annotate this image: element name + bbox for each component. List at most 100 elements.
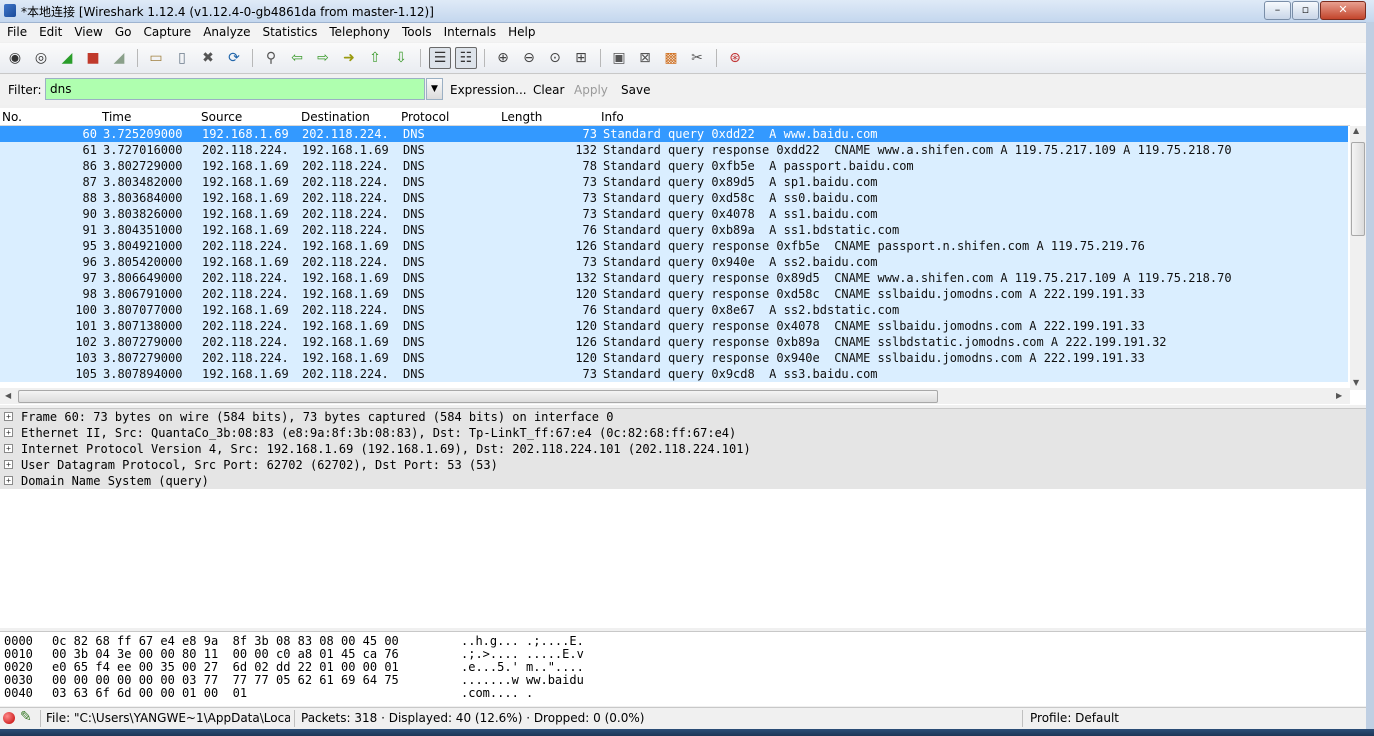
menu-view[interactable]: View <box>67 23 107 42</box>
bytes-row[interactable]: 0040 03 63 6f 6d 00 00 01 00 01 .com.... . <box>0 687 1366 700</box>
zoom-out-icon[interactable]: ⊖ <box>519 48 539 68</box>
menu-edit[interactable]: Edit <box>32 23 67 42</box>
find-packet-icon[interactable]: ⚲ <box>261 48 281 68</box>
restart-capture-icon[interactable]: ◢ <box>109 48 129 68</box>
packet-cell-dst: 192.168.1.69 <box>302 335 389 349</box>
go-to-packet-icon[interactable]: ➜ <box>339 48 359 68</box>
packet-row[interactable]: 100 3.807077000 192.168.1.69 202.118.224. DN… <box>0 302 1348 318</box>
reload-icon[interactable]: ⟳ <box>224 48 244 68</box>
menu-telephony[interactable]: Telephony <box>322 23 395 42</box>
packet-row[interactable]: 96 3.805420000 192.168.1.69 202.118.224. DNS… <box>0 254 1348 270</box>
packet-row[interactable]: 90 3.803826000 192.168.1.69 202.118.224. DNS… <box>0 206 1348 222</box>
column-header-length[interactable]: Length <box>501 110 542 124</box>
go-back-icon[interactable]: ⇦ <box>287 48 307 68</box>
packet-row[interactable]: 98 3.806791000 202.118.224. 192.168.1.69 DNS… <box>0 286 1348 302</box>
detail-row-ipv4[interactable]: + Internet Protocol Version 4, Src: 192.… <box>0 441 1366 457</box>
packet-row[interactable]: 88 3.803684000 192.168.1.69 202.118.224. DNS… <box>0 190 1348 206</box>
options-icon[interactable]: ◎ <box>31 48 51 68</box>
packet-row[interactable]: 86 3.802729000 192.168.1.69 202.118.224. DNS… <box>0 158 1348 174</box>
expand-icon[interactable]: + <box>4 412 13 421</box>
stop-capture-icon[interactable]: ■ <box>83 48 103 68</box>
capture-comments-icon[interactable]: ✎ <box>20 709 32 725</box>
menu-analyze[interactable]: Analyze <box>196 23 255 42</box>
packet-row[interactable]: 91 3.804351000 192.168.1.69 202.118.224. DNS… <box>0 222 1348 238</box>
detail-row-frame[interactable]: + Frame 60: 73 bytes on wire (584 bits),… <box>0 409 1366 425</box>
column-header-no[interactable]: No. <box>2 110 22 124</box>
packet-row[interactable]: 87 3.803482000 192.168.1.69 202.118.224. DNS… <box>0 174 1348 190</box>
packet-cell-src: 192.168.1.69 <box>202 127 289 141</box>
packet-row[interactable]: 105 3.807894000 192.168.1.69 202.118.224. DN… <box>0 366 1348 382</box>
open-file-icon[interactable]: ▭ <box>146 48 166 68</box>
start-capture-icon[interactable]: ◢ <box>57 48 77 68</box>
packet-row[interactable]: 97 3.806649000 202.118.224. 192.168.1.69 DNS… <box>0 270 1348 286</box>
packet-cell-len: 73 <box>582 191 597 205</box>
menu-tools[interactable]: Tools <box>395 23 437 42</box>
close-file-icon[interactable]: ✖ <box>198 48 218 68</box>
save-file-icon[interactable]: ▯ <box>172 48 192 68</box>
zoom-in-icon[interactable]: ⊕ <box>493 48 513 68</box>
column-header-time[interactable]: Time <box>102 110 131 124</box>
interfaces-icon[interactable]: ◉ <box>5 48 25 68</box>
column-header-info[interactable]: Info <box>601 110 624 124</box>
save-filter-button[interactable]: Save <box>621 83 650 97</box>
menu-file[interactable]: File <box>0 23 32 42</box>
go-first-icon[interactable]: ⇧ <box>365 48 385 68</box>
packet-row[interactable]: 101 3.807138000 202.118.224. 192.168.1.69 DN… <box>0 318 1348 334</box>
scroll-thumb[interactable] <box>18 390 938 403</box>
packet-cell-dst: 192.168.1.69 <box>302 143 389 157</box>
expand-icon[interactable]: + <box>4 476 13 485</box>
packet-row[interactable]: 103 3.807279000 202.118.224. 192.168.1.69 DN… <box>0 350 1348 366</box>
expand-icon[interactable]: + <box>4 460 13 469</box>
coloring-rules-icon[interactable]: ▩ <box>661 48 681 68</box>
clear-button[interactable]: Clear <box>533 83 564 97</box>
menu-statistics[interactable]: Statistics <box>255 23 322 42</box>
byte-ascii[interactable]: .com.... . <box>461 687 533 700</box>
filter-history-dropdown[interactable]: ▼ <box>426 78 443 100</box>
expression-button[interactable]: Expression... <box>450 83 527 97</box>
capture-filters-icon[interactable]: ▣ <box>609 48 629 68</box>
packet-row-selected[interactable]: 60 3.725209000 192.168.1.69 202.118.224. DNS… <box>0 126 1348 142</box>
go-last-icon[interactable]: ⇩ <box>391 48 411 68</box>
display-filters-icon[interactable]: ⊠ <box>635 48 655 68</box>
display-filter-input[interactable] <box>45 78 425 100</box>
packet-cell-info: Standard query response 0xdd22 CNAME www… <box>603 143 1232 157</box>
packet-list-vertical-scrollbar[interactable]: ▲ ▼ <box>1350 126 1366 390</box>
packet-cell-proto: DNS <box>403 319 425 333</box>
byte-hex[interactable]: 03 63 6f 6d 00 00 01 00 01 <box>52 687 247 700</box>
menu-go[interactable]: Go <box>108 23 137 42</box>
help-icon[interactable]: ⊛ <box>725 48 745 68</box>
auto-scroll-icon[interactable]: ☷ <box>455 47 477 69</box>
maximize-button[interactable]: ▫ <box>1292 1 1319 20</box>
menu-help[interactable]: Help <box>501 23 540 42</box>
detail-row-dns[interactable]: + Domain Name System (query) <box>0 473 1366 489</box>
scroll-thumb[interactable] <box>1351 142 1365 236</box>
go-forward-icon[interactable]: ⇨ <box>313 48 333 68</box>
scroll-left-icon[interactable]: ◀ <box>5 391 11 400</box>
detail-row-ethernet[interactable]: + Ethernet II, Src: QuantaCo_3b:08:83 (e… <box>0 425 1366 441</box>
resize-columns-icon[interactable]: ⊞ <box>571 48 591 68</box>
column-header-source[interactable]: Source <box>201 110 242 124</box>
preferences-icon[interactable]: ✂ <box>687 48 707 68</box>
packet-list-horizontal-scrollbar[interactable]: ◀ ▶ <box>0 388 1350 404</box>
expand-icon[interactable]: + <box>4 444 13 453</box>
packet-row[interactable]: 102 3.807279000 202.118.224. 192.168.1.69 DN… <box>0 334 1348 350</box>
expand-icon[interactable]: + <box>4 428 13 437</box>
status-profile[interactable]: Profile: Default <box>1030 711 1119 725</box>
colorize-icon[interactable]: ☰ <box>429 47 451 69</box>
minimize-button[interactable]: – <box>1264 1 1291 20</box>
packet-row[interactable]: 95 3.804921000 202.118.224. 192.168.1.69 DNS… <box>0 238 1348 254</box>
packet-cell-len: 76 <box>582 303 597 317</box>
scroll-right-icon[interactable]: ▶ <box>1336 391 1342 400</box>
menu-capture[interactable]: Capture <box>136 23 196 42</box>
column-header-protocol[interactable]: Protocol <box>401 110 449 124</box>
expert-info-icon[interactable] <box>3 712 15 724</box>
close-button[interactable]: ✕ <box>1320 1 1366 20</box>
zoom-normal-icon[interactable]: ⊙ <box>545 48 565 68</box>
scroll-up-icon[interactable]: ▲ <box>1353 126 1359 135</box>
packet-row[interactable]: 61 3.727016000 202.118.224. 192.168.1.69 DNS… <box>0 142 1348 158</box>
detail-row-udp[interactable]: + User Datagram Protocol, Src Port: 6270… <box>0 457 1366 473</box>
apply-button[interactable]: Apply <box>574 83 608 97</box>
menu-internals[interactable]: Internals <box>437 23 502 42</box>
scroll-down-icon[interactable]: ▼ <box>1353 378 1359 387</box>
column-header-destination[interactable]: Destination <box>301 110 370 124</box>
